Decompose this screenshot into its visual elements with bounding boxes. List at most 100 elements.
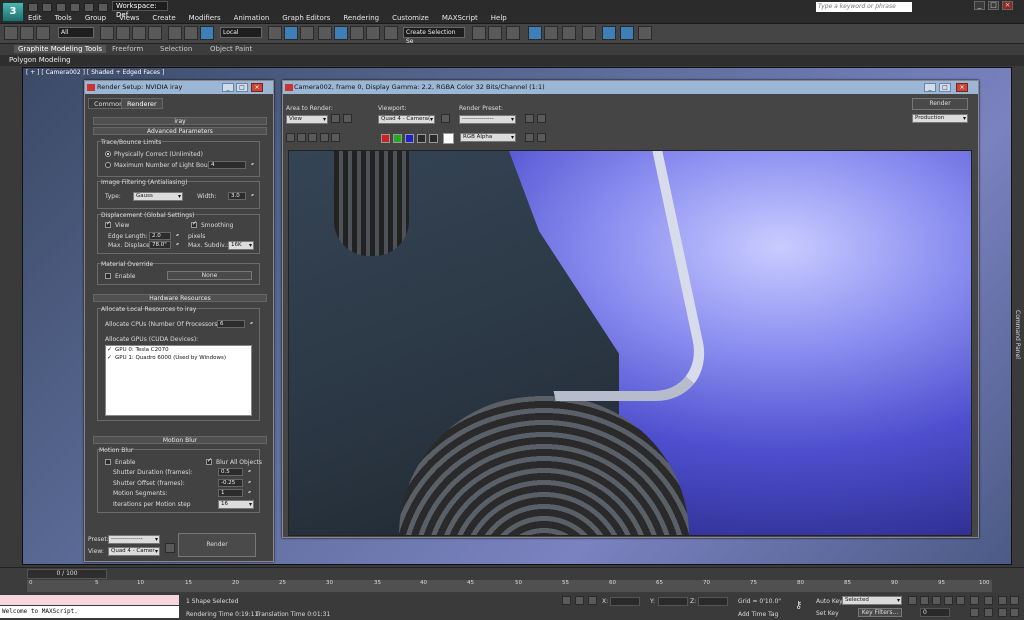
save-image-icon[interactable] <box>286 133 295 142</box>
mirror-icon[interactable] <box>472 26 486 40</box>
menu-help[interactable]: Help <box>491 13 507 23</box>
clear-icon[interactable] <box>331 133 340 142</box>
copy-image-icon[interactable] <box>297 133 306 142</box>
workspace-selector[interactable]: Workspace: Def <box>112 1 168 19</box>
tab-selection[interactable]: Selection <box>160 45 192 53</box>
rfw-minimize-button[interactable]: _ <box>924 83 936 92</box>
pivot-center-icon[interactable] <box>268 26 282 40</box>
swatch-icon[interactable] <box>443 133 454 144</box>
isolate-icon[interactable] <box>575 596 584 605</box>
dialog-minimize-button[interactable]: _ <box>222 83 234 92</box>
shutter-duration-spinner[interactable]: 0.5 <box>218 468 250 476</box>
motion-segments-spinner[interactable]: 1 <box>218 489 250 497</box>
dialog-maximize-button[interactable]: □ <box>236 83 248 92</box>
max-displace-spinner[interactable]: 78.0" <box>149 241 178 249</box>
unlink-icon[interactable] <box>20 26 34 40</box>
app-logo-icon[interactable]: 3 <box>2 2 24 22</box>
menu-animation[interactable]: Animation <box>234 13 270 23</box>
menu-views[interactable]: Views <box>119 13 139 23</box>
lock-icon[interactable] <box>165 543 175 553</box>
rotate-icon[interactable] <box>184 26 198 40</box>
gpu-list-item[interactable]: GPU 0: Tesla C2070 <box>106 346 251 354</box>
move-icon[interactable] <box>168 26 182 40</box>
shutter-offset-spinner[interactable]: -0.25 <box>218 479 250 487</box>
blur-all-objects-checkbox[interactable] <box>206 457 212 465</box>
preset-dropdown[interactable]: ---------------- <box>108 535 160 544</box>
hold-icon[interactable] <box>98 3 108 12</box>
zoom-all-icon[interactable] <box>984 596 993 605</box>
iterations-dropdown[interactable]: 16 <box>218 500 254 509</box>
maximize-button[interactable]: □ <box>988 1 999 10</box>
key-icon[interactable]: ⚷ <box>795 600 802 611</box>
zoom-icon[interactable] <box>970 596 979 605</box>
align-icon[interactable] <box>488 26 502 40</box>
auto-key-button[interactable]: Auto Key <box>816 598 843 605</box>
blue-channel-icon[interactable] <box>405 134 414 143</box>
alpha-channel-icon[interactable] <box>417 134 426 143</box>
smoothing-checkbox[interactable] <box>191 220 197 228</box>
x-field[interactable] <box>610 597 640 606</box>
redo-icon[interactable] <box>84 3 94 12</box>
view-checkbox[interactable] <box>105 220 111 228</box>
material-override-none-button[interactable]: None <box>167 271 252 280</box>
menu-modifiers[interactable]: Modifiers <box>189 13 221 23</box>
next-frame-icon[interactable] <box>944 596 953 605</box>
minimize-button[interactable]: _ <box>974 1 985 10</box>
gpu-list-item[interactable]: GPU 1: Quadro 6000 (Used by Windows) <box>106 354 251 362</box>
key-mode-dropdown[interactable]: Selected <box>842 596 902 605</box>
red-channel-icon[interactable] <box>381 134 390 143</box>
polygon-modeling-bar[interactable]: Polygon Modeling <box>0 55 1024 66</box>
auto-region-icon[interactable] <box>343 114 352 123</box>
command-panel-label[interactable]: Command Panel <box>1014 310 1021 359</box>
open-file-icon[interactable] <box>42 3 52 12</box>
menu-graph-editors[interactable]: Graph Editors <box>282 13 330 23</box>
z-field[interactable] <box>698 597 728 606</box>
percent-snap-icon[interactable] <box>350 26 364 40</box>
render-mode-dropdown[interactable]: Production <box>912 114 968 123</box>
render-setup-small-icon[interactable] <box>525 114 534 123</box>
add-time-tag[interactable]: Add Time Tag <box>738 611 778 618</box>
track-bar[interactable]: 0 5 10 15 20 25 30 35 40 45 50 55 60 65 … <box>27 580 992 592</box>
render-production-icon[interactable] <box>638 26 652 40</box>
channel-dropdown[interactable]: RGB Alpha <box>460 133 516 142</box>
menu-edit[interactable]: Edit <box>28 13 42 23</box>
previous-frame-icon[interactable] <box>920 596 929 605</box>
orbit-icon[interactable] <box>1010 596 1019 605</box>
menu-create[interactable]: Create <box>152 13 175 23</box>
max-subdiv-dropdown[interactable]: 16K <box>228 241 254 250</box>
search-input[interactable]: Type a keyword or phrase <box>816 2 912 12</box>
close-button[interactable]: × <box>1002 1 1013 10</box>
select-by-name-icon[interactable] <box>116 26 130 40</box>
maxscript-listener-bottom[interactable]: Welcome to MAXScript. <box>0 606 179 618</box>
viewport-dropdown[interactable]: Quad 4 - Camera( <box>378 115 435 124</box>
keyboard-shortcut-icon[interactable] <box>300 26 314 40</box>
print-icon[interactable] <box>320 133 329 142</box>
lock-selection-icon[interactable] <box>562 596 571 605</box>
lock-viewport-icon[interactable] <box>441 114 450 123</box>
gpu-list[interactable]: GPU 0: Tesla C2070 GPU 1: Quadro 6000 (U… <box>105 345 252 416</box>
edit-named-selection-icon[interactable] <box>384 26 398 40</box>
selection-filter-dropdown[interactable]: All <box>58 27 94 38</box>
area-to-render-dropdown[interactable]: View <box>286 115 328 124</box>
select-object-icon[interactable] <box>100 26 114 40</box>
new-file-icon[interactable] <box>28 3 38 12</box>
render-setup-render-button[interactable]: Render <box>178 533 256 557</box>
undo-icon[interactable] <box>70 3 80 12</box>
material-override-checkbox[interactable] <box>105 273 111 279</box>
snaps-toggle-icon[interactable] <box>318 26 332 40</box>
menu-rendering[interactable]: Rendering <box>343 13 379 23</box>
menu-maxscript[interactable]: MAXScript <box>442 13 478 23</box>
rendered-frame-window-icon[interactable] <box>620 26 634 40</box>
iray-rollout[interactable]: iray <box>93 117 267 125</box>
save-file-icon[interactable] <box>56 3 66 12</box>
render-setup-icon[interactable] <box>602 26 616 40</box>
menu-customize[interactable]: Customize <box>392 13 429 23</box>
toggle-ui-icon[interactable] <box>537 133 546 142</box>
monochrome-icon[interactable] <box>429 134 438 143</box>
viewport-label[interactable]: [ + ] [ Camera002 ] [ Shaded + Edged Fac… <box>26 69 164 76</box>
schematic-view-icon[interactable] <box>562 26 576 40</box>
motion-blur-enable-checkbox[interactable] <box>105 459 111 465</box>
menu-group[interactable]: Group <box>85 13 106 23</box>
max-bounces-spinner[interactable]: 4 <box>208 161 253 169</box>
maximize-viewport-icon[interactable] <box>1010 608 1019 617</box>
